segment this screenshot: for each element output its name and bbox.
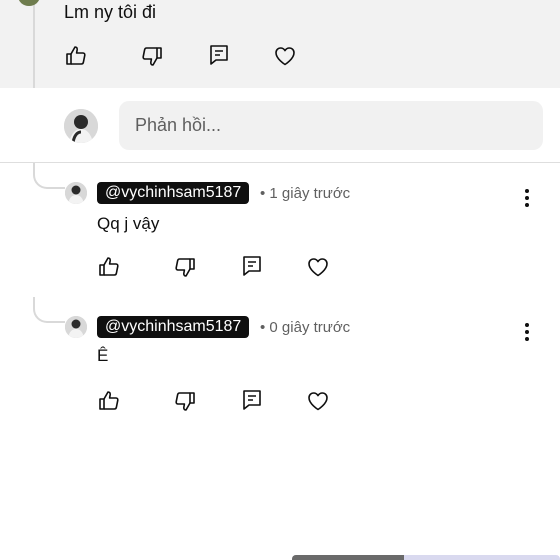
author-handle[interactable]: @vychinhsam5187 bbox=[97, 182, 250, 204]
thumb-up-icon[interactable] bbox=[97, 389, 121, 413]
heart-icon[interactable] bbox=[306, 389, 330, 413]
comment-icon[interactable] bbox=[240, 254, 264, 278]
avatar[interactable] bbox=[65, 316, 87, 338]
thumb-down-icon[interactable] bbox=[140, 44, 164, 68]
thumb-down-icon[interactable] bbox=[173, 255, 197, 279]
thread-line bbox=[33, 163, 65, 189]
thumb-down-icon[interactable] bbox=[173, 389, 197, 413]
reply-input[interactable] bbox=[119, 101, 543, 150]
reply-text: Qq j vậy bbox=[97, 214, 160, 233]
thumb-up-icon[interactable] bbox=[97, 255, 121, 279]
thread-line bbox=[33, 297, 65, 323]
timestamp: • 1 giây trước bbox=[260, 185, 351, 202]
avatar bbox=[64, 109, 98, 143]
parent-comment-text: Lm ny tôi đi bbox=[64, 2, 157, 22]
more-vert-icon[interactable] bbox=[517, 187, 537, 209]
thumb-up-icon[interactable] bbox=[64, 44, 88, 68]
bottom-panel-edge-thumbnail bbox=[292, 555, 404, 560]
divider bbox=[0, 162, 560, 163]
avatar[interactable] bbox=[65, 182, 87, 204]
reply-text: Ê bbox=[97, 346, 109, 365]
more-vert-icon[interactable] bbox=[517, 321, 537, 343]
heart-icon[interactable] bbox=[273, 44, 297, 68]
thread-line bbox=[33, 0, 35, 88]
author-handle[interactable]: @vychinhsam5187 bbox=[97, 316, 250, 338]
heart-icon[interactable] bbox=[306, 255, 330, 279]
comment-icon[interactable] bbox=[207, 43, 231, 67]
comment-icon[interactable] bbox=[240, 388, 264, 412]
timestamp: • 0 giây trước bbox=[260, 319, 351, 336]
